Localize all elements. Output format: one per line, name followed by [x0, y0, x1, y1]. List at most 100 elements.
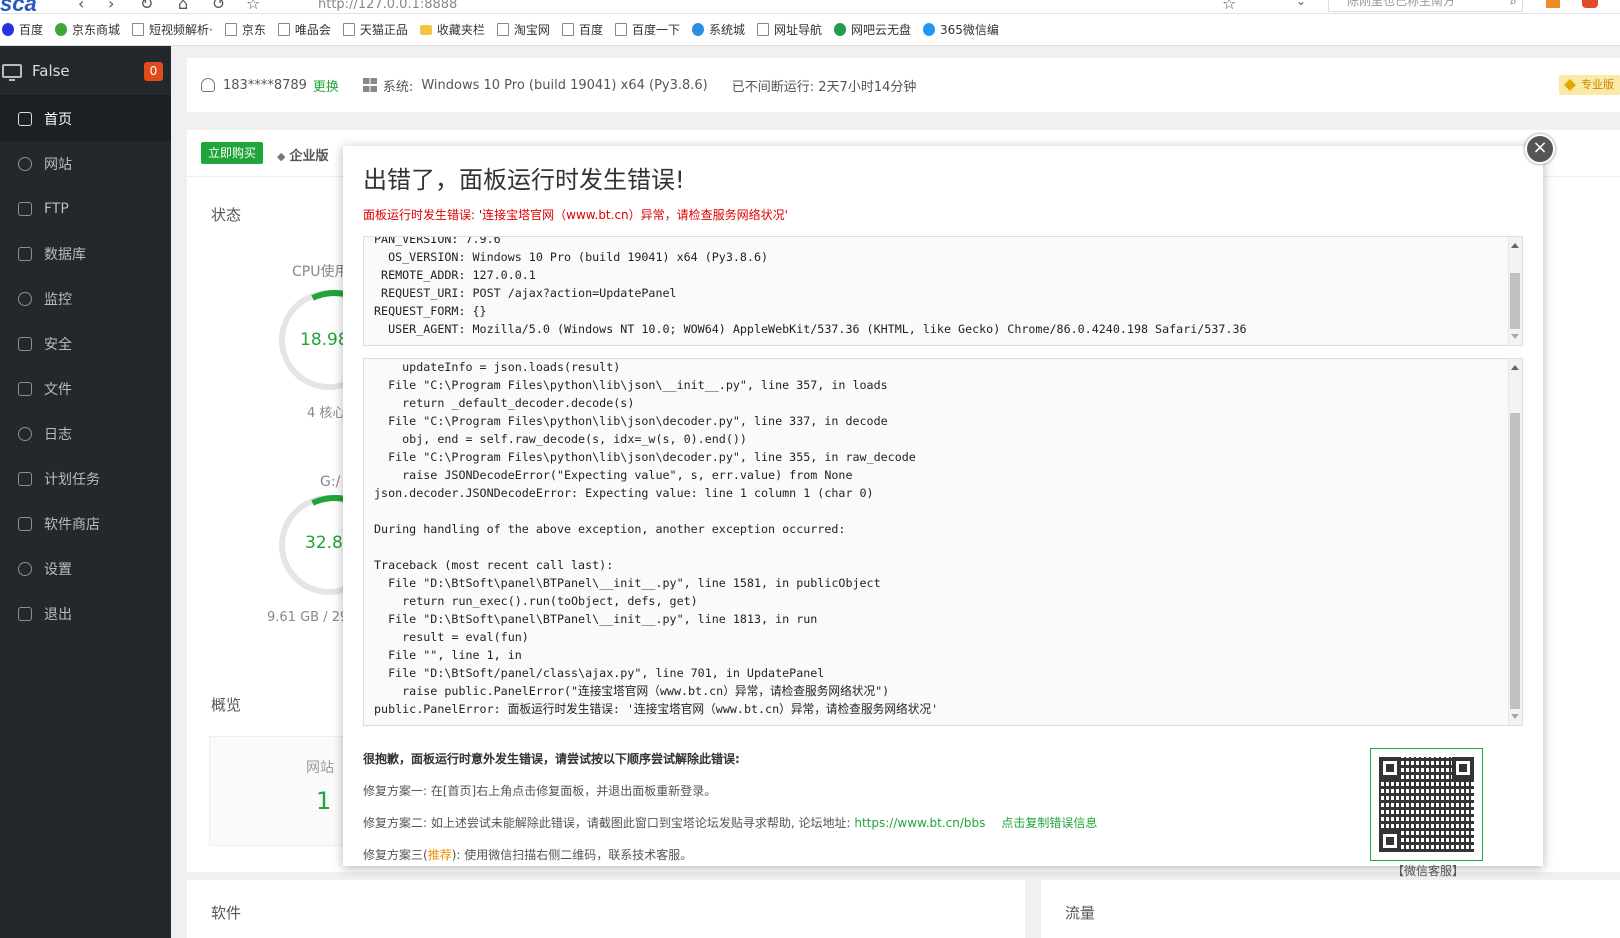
- bookmark-label: 365微信编: [940, 23, 999, 37]
- close-icon[interactable]: ×: [1525, 134, 1555, 164]
- error-dialog: 出错了，面板运行时发生错误! 面板运行时发生错误: '连接宝塔官网（www.bt…: [343, 146, 1543, 866]
- traceback-text: updateInfo = json.loads(result) File "C:…: [374, 360, 939, 716]
- sidebar-item-database[interactable]: 数据库: [0, 231, 171, 276]
- page-icon: [342, 23, 355, 36]
- page-icon: [496, 23, 509, 36]
- bookmark-item[interactable]: 网吧云无盘: [834, 21, 911, 38]
- store-icon: [18, 516, 32, 531]
- bookmark-item[interactable]: 收藏夹栏: [419, 21, 485, 38]
- bookmark-item[interactable]: 系统城: [691, 21, 745, 38]
- scroll-up-icon[interactable]: [1511, 243, 1519, 248]
- forum-link[interactable]: https://www.bt.cn/bbs: [854, 816, 985, 830]
- help-title: 很抱歉，面板运行时意外发生错误，请尝试按以下顺序尝试解除此错误:: [363, 752, 740, 766]
- change-user-link[interactable]: 更换: [313, 76, 339, 95]
- bookmark-label: 京东: [241, 23, 266, 37]
- sidebar-item-label: 日志: [44, 426, 72, 443]
- system-value: Windows 10 Pro (build 19041) x64 (Py3.8.…: [421, 77, 708, 93]
- refresh-icon[interactable]: ↻: [140, 0, 153, 13]
- site-count: 1: [316, 787, 332, 815]
- sidebar-item-logout[interactable]: 退出: [0, 591, 171, 636]
- sidebar-item-label: FTP: [44, 200, 69, 217]
- bookmark-item[interactable]: 百度一下: [614, 21, 680, 38]
- dialog-title: 出错了，面板运行时发生错误!: [363, 166, 685, 194]
- bookmarks-bar: 百度 京东商城 短视频解析· 京东 唯品会 天猫正品 收藏夹栏 淘宝网 百度 百度一下 系统城 网址导…: [0, 14, 1620, 46]
- env-scroll-thumb[interactable]: [1510, 273, 1520, 329]
- home-icon[interactable]: ⌂: [178, 0, 188, 13]
- env-info-box[interactable]: PAN_VERSION: 7.9.6 OS_VERSION: Windows 1…: [363, 236, 1523, 346]
- sidebar-item-cron[interactable]: 计划任务: [0, 456, 171, 501]
- sidebar-item-monitor[interactable]: 监控: [0, 276, 171, 321]
- buy-now-button[interactable]: 立即购买: [201, 142, 264, 164]
- traceback-scroll-thumb[interactable]: [1510, 413, 1520, 709]
- bookmark-item[interactable]: 短视频解析·: [132, 21, 213, 38]
- bookmark-item[interactable]: 网址导航: [756, 21, 822, 38]
- qr-caption: 【微信客服】: [1392, 864, 1465, 878]
- traceback-scrollbar[interactable]: [1508, 359, 1522, 725]
- bookmark-item[interactable]: 淘宝网: [496, 21, 550, 38]
- sidebar-item-home[interactable]: 首页: [0, 96, 171, 141]
- monitor-icon: [2, 63, 22, 81]
- scroll-down-icon[interactable]: [1511, 334, 1519, 339]
- sidebar-item-logs[interactable]: 日志: [0, 411, 171, 456]
- sidebar-item-store[interactable]: 软件商店: [0, 501, 171, 546]
- star-icon[interactable]: ☆: [246, 0, 260, 13]
- enterprise-label[interactable]: 企业版: [277, 145, 328, 164]
- traceback-box[interactable]: updateInfo = json.loads(result) File "C:…: [363, 358, 1523, 726]
- notification-badge[interactable]: 0: [144, 62, 163, 81]
- extension-icon[interactable]: [1546, 0, 1560, 8]
- sidebar-item-label: 监控: [44, 291, 72, 308]
- diamond-icon: [691, 23, 704, 36]
- search-icon[interactable]: ⌕: [1510, 0, 1517, 9]
- bookmark-star-icon[interactable]: ☆: [1222, 0, 1236, 13]
- traffic-card: 流量: [1041, 880, 1620, 938]
- jd-dot-icon: [55, 23, 68, 36]
- folder-icon: [419, 24, 432, 35]
- bookmark-item[interactable]: 京东: [224, 21, 266, 38]
- sidebar-item-website[interactable]: 网站: [0, 141, 171, 186]
- bookmark-item[interactable]: 天猫正品: [342, 21, 408, 38]
- address-bar[interactable]: http://127.0.0.1:8888: [318, 0, 457, 12]
- sidebar-header: False 0: [0, 46, 171, 96]
- bookmark-label: 天猫正品: [359, 23, 408, 37]
- undo-icon[interactable]: ↺: [212, 0, 225, 13]
- server-info-bar: 183****8789 更换 系统: Windows 10 Pro (build…: [187, 58, 1620, 112]
- copy-error-link[interactable]: 点击复制错误信息: [1001, 816, 1097, 830]
- bookmark-item[interactable]: 唯品会: [277, 21, 331, 38]
- cron-icon: [18, 471, 32, 486]
- security-icon: [18, 336, 32, 351]
- settings-icon: [18, 561, 32, 576]
- fix-option-3: 修复方案三(推荐): 使用微信扫描右侧二维码，联系技术客服。: [363, 846, 692, 863]
- bookmark-item[interactable]: 365微信编: [923, 21, 999, 38]
- traffic-title: 流量: [1065, 904, 1096, 922]
- scroll-down-icon[interactable]: [1511, 714, 1519, 719]
- bookmark-item[interactable]: 百度: [2, 21, 43, 38]
- env-scrollbar[interactable]: [1508, 237, 1522, 345]
- forward-icon[interactable]: ›: [108, 0, 114, 13]
- extension-icon-2[interactable]: [1582, 0, 1598, 8]
- page-icon: [224, 23, 237, 36]
- site-label: 网站: [306, 760, 334, 776]
- bookmark-label: 网址导航: [773, 23, 822, 37]
- sidebar-item-settings[interactable]: 设置: [0, 546, 171, 591]
- fix-option-3-prefix: 修复方案三(: [363, 848, 428, 862]
- scroll-up-icon[interactable]: [1511, 365, 1519, 370]
- bookmark-label: 京东商城: [72, 23, 121, 37]
- wechat-qr-code: [1370, 748, 1483, 861]
- sidebar-item-files[interactable]: 文件: [0, 366, 171, 411]
- pro-edition-badge[interactable]: 专业版: [1559, 75, 1620, 95]
- bookmark-label: 唯品会: [294, 23, 331, 37]
- bookmark-item[interactable]: 京东商城: [55, 21, 120, 38]
- browser-search-input[interactable]: 陈刚里也已称主南方: [1328, 0, 1523, 12]
- browser-toolbar: sca ‹ › ↻ ⌂ ↺ ☆ http://127.0.0.1:8888 ☆ …: [0, 0, 1620, 14]
- sidebar-item-security[interactable]: 安全: [0, 321, 171, 366]
- leaf-icon: [834, 23, 846, 36]
- software-card: 软件: [187, 880, 1025, 938]
- server-name: False: [32, 61, 70, 80]
- sidebar-item-label: 软件商店: [44, 516, 100, 533]
- bookmark-label: 百度一下: [631, 23, 680, 37]
- back-icon[interactable]: ‹: [78, 0, 84, 13]
- bookmark-item[interactable]: 百度: [561, 21, 603, 38]
- dropdown-chevron-icon[interactable]: ⌄: [1296, 0, 1306, 8]
- sidebar-item-ftp[interactable]: FTP: [0, 186, 171, 231]
- fix-option-2-text: 修复方案二: 如上述尝试未能解除此错误，请截图此窗口到宝塔论坛发贴寻求帮助, 论…: [363, 816, 855, 830]
